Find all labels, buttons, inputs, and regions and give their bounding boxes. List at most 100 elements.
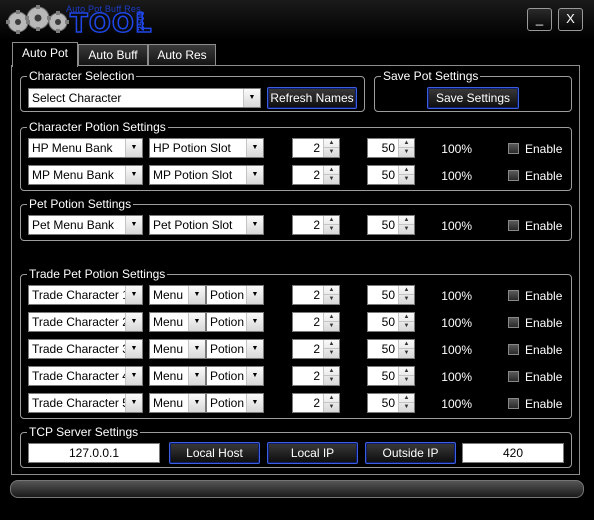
trade-3-enable-checkbox[interactable] [508,344,519,355]
hp-threshold-stepper[interactable]: 50 ▲ ▼ [367,138,415,158]
local-ip-button[interactable]: Local IP [267,442,358,464]
trade-2-threshold-stepper[interactable]: 50 ▲ ▼ [367,312,415,332]
hp-enable-checkbox[interactable] [508,143,519,154]
triangle-up-icon[interactable]: ▲ [324,216,339,225]
pet-threshold-stepper[interactable]: 50 ▲ ▼ [367,215,415,235]
chevron-down-icon[interactable]: ▼ [125,394,142,412]
trade-5-potion-select[interactable]: Potion ▼ [206,393,264,413]
triangle-up-icon[interactable]: ▲ [399,139,414,148]
chevron-down-icon[interactable]: ▼ [188,394,205,412]
trade-4-enable-label[interactable]: Enable [525,370,562,384]
trade-1-threshold-stepper[interactable]: 50 ▲ ▼ [367,285,415,305]
refresh-names-button[interactable]: Refresh Names [267,87,357,109]
pet-enable-checkbox[interactable] [508,220,519,231]
host-address-field[interactable]: 127.0.0.1 [28,443,160,463]
triangle-up-icon[interactable]: ▲ [399,340,414,349]
local-host-button[interactable]: Local Host [169,442,260,464]
trade-1-enable-checkbox[interactable] [508,290,519,301]
mp-qty-stepper[interactable]: 2 ▲ ▼ [292,165,340,185]
triangle-up-icon[interactable]: ▲ [324,367,339,376]
chevron-down-icon[interactable]: ▼ [246,340,263,358]
trade-3-character-select[interactable]: Trade Character 3 ▼ [28,339,143,359]
chevron-down-icon[interactable]: ▼ [188,286,205,304]
chevron-down-icon[interactable]: ▼ [246,394,263,412]
triangle-down-icon[interactable]: ▼ [399,148,414,157]
trade-3-qty-stepper[interactable]: 2 ▲ ▼ [292,339,340,359]
trade-1-potion-select[interactable]: Potion ▼ [206,285,264,305]
pet-potion-slot-select[interactable]: Pet Potion Slot ▼ [149,215,264,235]
triangle-up-icon[interactable]: ▲ [399,216,414,225]
trade-4-qty-stepper[interactable]: 2 ▲ ▼ [292,366,340,386]
trade-2-potion-select[interactable]: Potion ▼ [206,312,264,332]
triangle-down-icon[interactable]: ▼ [324,322,339,331]
trade-2-enable-label[interactable]: Enable [525,316,562,330]
triangle-up-icon[interactable]: ▲ [399,286,414,295]
trade-2-character-select[interactable]: Trade Character 2 ▼ [28,312,143,332]
chevron-down-icon[interactable]: ▼ [188,367,205,385]
triangle-down-icon[interactable]: ▼ [399,175,414,184]
mp-menu-bank-select[interactable]: MP Menu Bank ▼ [28,165,143,185]
triangle-down-icon[interactable]: ▼ [399,225,414,234]
chevron-down-icon[interactable]: ▼ [125,313,142,331]
hp-enable-label[interactable]: Enable [525,142,562,156]
triangle-up-icon[interactable]: ▲ [399,166,414,175]
triangle-up-icon[interactable]: ▲ [399,313,414,322]
trade-5-threshold-stepper[interactable]: 50 ▲ ▼ [367,393,415,413]
mp-enable-label[interactable]: Enable [525,169,562,183]
outside-ip-button[interactable]: Outside IP [365,442,456,464]
trade-1-qty-stepper[interactable]: 2 ▲ ▼ [292,285,340,305]
trade-3-potion-select[interactable]: Potion ▼ [206,339,264,359]
chevron-down-icon[interactable]: ▼ [246,286,263,304]
triangle-down-icon[interactable]: ▼ [324,295,339,304]
trade-4-character-select[interactable]: Trade Character 4 ▼ [28,366,143,386]
trade-1-character-select[interactable]: Trade Character 1 ▼ [28,285,143,305]
triangle-down-icon[interactable]: ▼ [324,403,339,412]
trade-5-qty-stepper[interactable]: 2 ▲ ▼ [292,393,340,413]
trade-2-qty-stepper[interactable]: 2 ▲ ▼ [292,312,340,332]
hp-potion-slot-select[interactable]: HP Potion Slot ▼ [149,138,264,158]
trade-4-enable-checkbox[interactable] [508,371,519,382]
chevron-down-icon[interactable]: ▼ [246,216,263,234]
triangle-down-icon[interactable]: ▼ [399,403,414,412]
triangle-up-icon[interactable]: ▲ [399,394,414,403]
trade-1-enable-label[interactable]: Enable [525,289,562,303]
pet-menu-bank-select[interactable]: Pet Menu Bank ▼ [28,215,143,235]
character-select[interactable]: Select Character ▼ [28,88,261,108]
trade-5-enable-checkbox[interactable] [508,398,519,409]
trade-2-enable-checkbox[interactable] [508,317,519,328]
trade-3-menu-select[interactable]: Menu ▼ [149,339,206,359]
close-button[interactable]: X [558,8,583,31]
chevron-down-icon[interactable]: ▼ [188,313,205,331]
tab-auto-pot[interactable]: Auto Pot [12,42,78,67]
save-settings-button[interactable]: Save Settings [427,87,519,109]
trade-3-threshold-stepper[interactable]: 50 ▲ ▼ [367,339,415,359]
chevron-down-icon[interactable]: ▼ [246,313,263,331]
chevron-down-icon[interactable]: ▼ [188,340,205,358]
triangle-down-icon[interactable]: ▼ [324,376,339,385]
triangle-down-icon[interactable]: ▼ [324,175,339,184]
port-field[interactable]: 420 [462,443,564,463]
trade-3-enable-label[interactable]: Enable [525,343,562,357]
trade-5-character-select[interactable]: Trade Character 5 ▼ [28,393,143,413]
chevron-down-icon[interactable]: ▼ [125,367,142,385]
trade-2-menu-select[interactable]: Menu ▼ [149,312,206,332]
trade-4-threshold-stepper[interactable]: 50 ▲ ▼ [367,366,415,386]
chevron-down-icon[interactable]: ▼ [125,216,142,234]
triangle-up-icon[interactable]: ▲ [399,367,414,376]
triangle-down-icon[interactable]: ▼ [324,225,339,234]
triangle-down-icon[interactable]: ▼ [324,148,339,157]
minimize-button[interactable]: _ [527,8,552,31]
chevron-down-icon[interactable]: ▼ [125,166,142,184]
trade-4-potion-select[interactable]: Potion ▼ [206,366,264,386]
trade-5-menu-select[interactable]: Menu ▼ [149,393,206,413]
triangle-down-icon[interactable]: ▼ [399,322,414,331]
trade-4-menu-select[interactable]: Menu ▼ [149,366,206,386]
hp-qty-stepper[interactable]: 2 ▲ ▼ [292,138,340,158]
mp-potion-slot-select[interactable]: MP Potion Slot ▼ [149,165,264,185]
pet-qty-stepper[interactable]: 2 ▲ ▼ [292,215,340,235]
chevron-down-icon[interactable]: ▼ [125,286,142,304]
tab-auto-buff[interactable]: Auto Buff [78,44,148,66]
mp-enable-checkbox[interactable] [508,170,519,181]
pet-enable-label[interactable]: Enable [525,219,562,233]
triangle-up-icon[interactable]: ▲ [324,166,339,175]
